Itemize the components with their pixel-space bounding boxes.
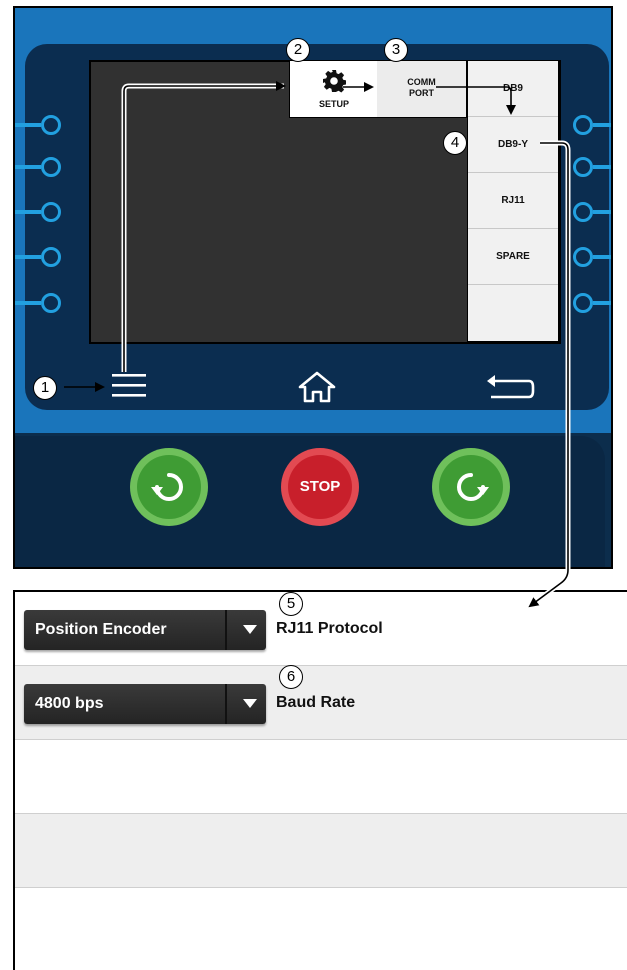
dropdown-value: Position Encoder [35,621,167,638]
setup-label: SETUP [318,99,349,109]
caret-down-icon [243,625,257,634]
menu-item-label: RJ11 [501,195,525,206]
menu-item-empty[interactable] [468,285,558,341]
comm-port-label-line2: PORT [408,88,434,98]
gear-icon [323,70,346,93]
led-connector [15,123,41,127]
settings-row-empty [15,740,627,814]
menu-item-db9[interactable]: DB9 [468,61,558,117]
menu-item-label: SPARE [496,251,530,262]
led-connector [593,301,611,305]
status-led [41,293,61,313]
callout-2: 2 [286,38,310,62]
baud-rate-dropdown[interactable]: 4800 bps [24,684,266,724]
status-led [573,293,593,313]
hamburger-icon[interactable] [112,372,146,400]
status-led [573,202,593,222]
callout-5: 5 [279,592,303,616]
setting-label: RJ11 Protocol [276,620,383,637]
status-led [41,115,61,135]
status-led [41,247,61,267]
stop-label: STOP [299,478,341,495]
led-connector [15,165,41,169]
menu-item-label: DB9 [502,83,523,94]
settings-row-empty [15,814,627,888]
setup-button[interactable]: SETUP [289,60,379,118]
settings-panel: Position Encoder RJ11 Protocol 4800 bps … [13,590,627,970]
led-connector [593,165,611,169]
device-panel: SETUP COMM PORT DB9 DB9-Y RJ11 SPARE STO… [13,6,613,569]
protocol-dropdown[interactable]: Position Encoder [24,610,266,650]
status-led [573,115,593,135]
rotate-ccw-button[interactable] [130,448,208,526]
settings-row-protocol: Position Encoder RJ11 Protocol [15,592,627,666]
rotate-counterclockwise-icon [151,473,183,501]
comm-port-button[interactable]: COMM PORT [377,60,467,118]
led-connector [15,255,41,259]
callout-6: 6 [279,665,303,689]
led-connector [593,123,611,127]
dropdown-divider [225,684,227,724]
menu-item-db9-y[interactable]: DB9-Y [468,117,558,173]
rotate-cw-button[interactable] [432,448,510,526]
dropdown-divider [225,610,227,650]
callout-4: 4 [443,131,467,155]
back-arrow-icon[interactable] [485,373,535,403]
rotate-clockwise-icon [457,473,489,501]
status-led [41,157,61,177]
status-led [41,202,61,222]
comm-port-menu: DB9 DB9-Y RJ11 SPARE [467,60,559,342]
callout-1: 1 [33,376,57,400]
stop-button[interactable]: STOP [281,448,359,526]
status-led [573,157,593,177]
status-led [573,247,593,267]
dropdown-value: 4800 bps [35,695,104,712]
comm-port-label-line1: COMM [407,77,436,87]
settings-row-empty [15,888,627,962]
led-connector [593,255,611,259]
led-connector [593,210,611,214]
setting-label: Baud Rate [276,694,356,711]
home-icon[interactable] [297,370,337,404]
menu-item-label: DB9-Y [497,139,528,150]
caret-down-icon [243,699,257,708]
callout-3: 3 [384,38,408,62]
menu-item-rj11[interactable]: RJ11 [468,173,558,229]
led-connector [15,301,41,305]
led-connector [15,210,41,214]
menu-item-spare[interactable]: SPARE [468,229,558,285]
settings-row-baud: 4800 bps Baud Rate [15,666,627,740]
